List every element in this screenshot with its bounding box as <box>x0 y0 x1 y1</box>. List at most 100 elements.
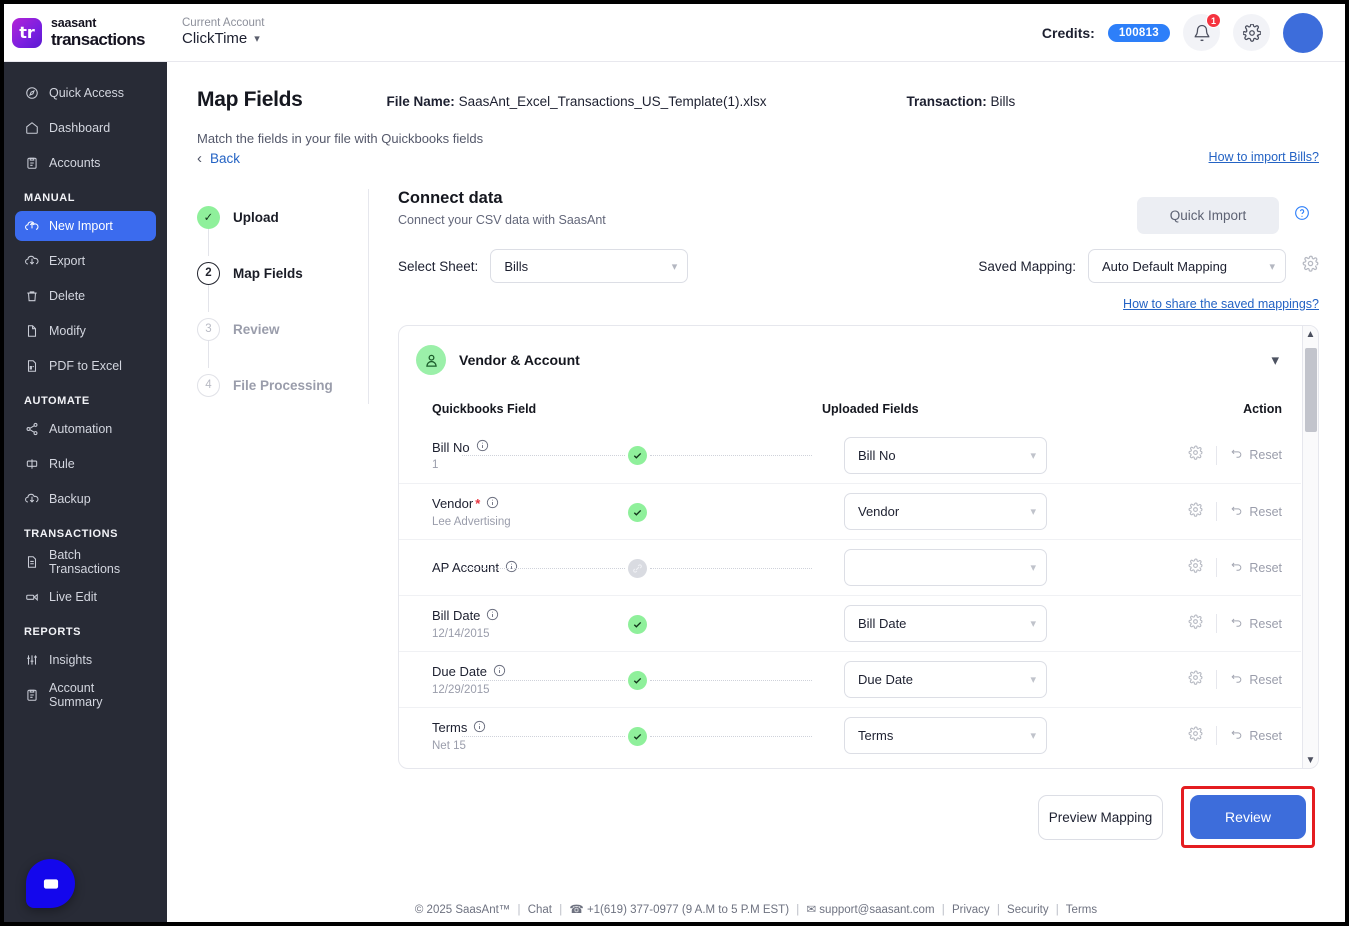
step-connector <box>208 228 210 256</box>
action-cell: Reset <box>1049 726 1301 746</box>
current-account-label: Current Account <box>182 17 265 30</box>
undo-icon <box>1230 672 1243 688</box>
scroll-down-arrow-icon[interactable]: ▼ <box>1303 752 1318 768</box>
reset-button[interactable]: Reset <box>1217 672 1282 688</box>
uploaded-field-dropdown[interactable]: Terms ▾ <box>844 717 1047 754</box>
connector-line-left <box>462 567 625 569</box>
review-button-highlight: Review <box>1181 786 1315 848</box>
chevron-down-icon[interactable]: ▾ <box>1271 351 1279 369</box>
chevron-down-icon: ▾ <box>1269 260 1275 273</box>
sidebar-item-new-import[interactable]: New Import <box>15 211 156 241</box>
credits-badge[interactable]: 100813 <box>1107 23 1170 42</box>
sidebar-item-account-summary[interactable]: Account Summary <box>15 680 156 710</box>
reset-button[interactable]: Reset <box>1217 616 1282 632</box>
settings-button[interactable] <box>1233 14 1270 51</box>
step-map-fields[interactable]: 2 Map Fields <box>197 259 368 312</box>
uploaded-field-dropdown[interactable]: Bill No ▾ <box>844 436 1047 474</box>
reset-button[interactable]: Reset <box>1217 728 1282 744</box>
scrollbar-thumb[interactable] <box>1305 348 1317 432</box>
row-settings-button[interactable] <box>1175 502 1216 522</box>
download-cloud-icon <box>24 492 39 507</box>
row-settings-button[interactable] <box>1175 445 1216 465</box>
row-settings-button[interactable] <box>1175 614 1216 634</box>
chat-widget-button[interactable] <box>26 859 75 908</box>
how-to-import-link[interactable]: How to import Bills? <box>1209 150 1319 164</box>
select-sheet-label: Select Sheet: <box>398 258 479 274</box>
clipboard-icon <box>24 688 39 703</box>
scroll-up-arrow-icon[interactable]: ▲ <box>1303 326 1318 342</box>
account-switcher[interactable]: Current Account ClickTime ▾ <box>182 17 264 47</box>
saved-mapping-label: Saved Mapping: <box>978 258 1076 274</box>
quick-import-button[interactable]: Quick Import <box>1137 197 1279 234</box>
sidebar-item-dashboard[interactable]: Dashboard <box>15 113 156 143</box>
review-button[interactable]: Review <box>1190 795 1306 839</box>
sidebar-nav: Quick Access Dashboard Accounts MANUAL N… <box>4 62 167 922</box>
footer-chat-link[interactable]: Chat <box>528 904 552 916</box>
footer: © 2025 SaasAnt™ | Chat | ☎ +1(619) 377-0… <box>167 902 1345 916</box>
select-sheet-value: Bills <box>504 258 529 274</box>
main-content: Map Fields File Name: SaasAnt_Excel_Tran… <box>167 62 1345 922</box>
footer-separator: | <box>941 904 945 916</box>
mapping-settings-button[interactable] <box>1302 255 1319 277</box>
pdf-file-icon <box>24 359 39 374</box>
brand-logo[interactable]: tr saasant transactions <box>4 17 164 48</box>
step-number: 2 <box>197 261 220 285</box>
select-sheet-dropdown[interactable]: Bills ▾ <box>490 249 689 283</box>
footer-separator: | <box>517 904 521 916</box>
unmapped-link-icon <box>627 558 647 578</box>
table-row: Bill No 1 Bill No ▾ Reset <box>399 427 1301 483</box>
footer-email[interactable]: support@saasant.com <box>819 904 934 916</box>
row-settings-button[interactable] <box>1175 670 1216 690</box>
row-settings-button[interactable] <box>1175 558 1216 578</box>
saved-mapping-value: Auto Default Mapping <box>1102 258 1228 274</box>
back-button[interactable]: ‹ Back <box>197 150 1319 167</box>
uploaded-field-dropdown[interactable]: ▾ <box>844 549 1047 586</box>
preview-mapping-button[interactable]: Preview Mapping <box>1038 794 1163 840</box>
connector-line-left <box>462 735 625 737</box>
saasant-logo-icon: tr <box>12 17 42 48</box>
step-upload[interactable]: ✓ Upload <box>197 203 368 256</box>
sidebar-item-accounts[interactable]: Accounts <box>15 148 156 178</box>
sidebar-item-automation[interactable]: Automation <box>15 414 156 444</box>
clipboard-icon <box>24 156 39 171</box>
help-icon[interactable] <box>1294 205 1310 226</box>
footer-privacy-link[interactable]: Privacy <box>952 904 990 916</box>
sidebar-item-rule[interactable]: Rule <box>15 449 156 479</box>
sidebar-item-modify[interactable]: Modify <box>15 316 156 346</box>
undo-icon <box>1230 560 1243 576</box>
reset-label: Reset <box>1249 672 1282 687</box>
reset-button[interactable]: Reset <box>1217 504 1282 520</box>
sidebar-item-insights[interactable]: Insights <box>15 645 156 675</box>
footer-terms-link[interactable]: Terms <box>1066 904 1097 916</box>
mapping-scrollbar[interactable]: ▲ ▼ <box>1302 326 1318 768</box>
reset-label: Reset <box>1249 504 1282 519</box>
saved-mapping-dropdown[interactable]: Auto Default Mapping ▾ <box>1088 249 1286 283</box>
sidebar-item-backup[interactable]: Backup <box>15 484 156 514</box>
user-avatar[interactable] <box>1283 12 1323 53</box>
sidebar-item-export[interactable]: Export <box>15 246 156 276</box>
action-cell: Reset <box>1049 445 1301 465</box>
sidebar-item-delete[interactable]: Delete <box>15 281 156 311</box>
top-bar: tr saasant transactions Current Account … <box>4 4 1345 62</box>
transaction-label: Transaction: <box>906 94 987 109</box>
brand-name-line2: transactions <box>51 29 145 49</box>
uploaded-field-dropdown[interactable]: Due Date ▾ <box>844 661 1047 698</box>
chevron-down-icon: ▾ <box>1030 506 1036 518</box>
sidebar-item-batch-transactions[interactable]: Batch Transactions <box>15 547 156 577</box>
phone-icon: ☎ <box>569 904 584 916</box>
share-nodes-icon <box>24 422 39 437</box>
sidebar-group-automate: AUTOMATE <box>24 395 90 407</box>
sidebar-item-pdf-to-excel[interactable]: PDF to Excel <box>15 351 156 381</box>
reset-button[interactable]: Reset <box>1217 447 1282 463</box>
reset-button[interactable]: Reset <box>1217 560 1282 576</box>
sidebar-item-live-edit[interactable]: Live Edit <box>15 582 156 612</box>
footer-security-link[interactable]: Security <box>1007 904 1049 916</box>
sidebar-item-quick-access[interactable]: Quick Access <box>15 78 156 108</box>
share-mappings-link[interactable]: How to share the saved mappings? <box>1123 297 1319 311</box>
mapping-section-header[interactable]: Vendor & Account ▾ <box>399 326 1301 375</box>
uploaded-field-dropdown[interactable]: Vendor ▾ <box>844 493 1047 530</box>
uploaded-field-dropdown[interactable]: Bill Date ▾ <box>844 605 1047 642</box>
row-settings-button[interactable] <box>1175 726 1216 746</box>
upload-cloud-icon <box>24 219 39 234</box>
notifications-button[interactable]: 1 <box>1183 13 1221 51</box>
